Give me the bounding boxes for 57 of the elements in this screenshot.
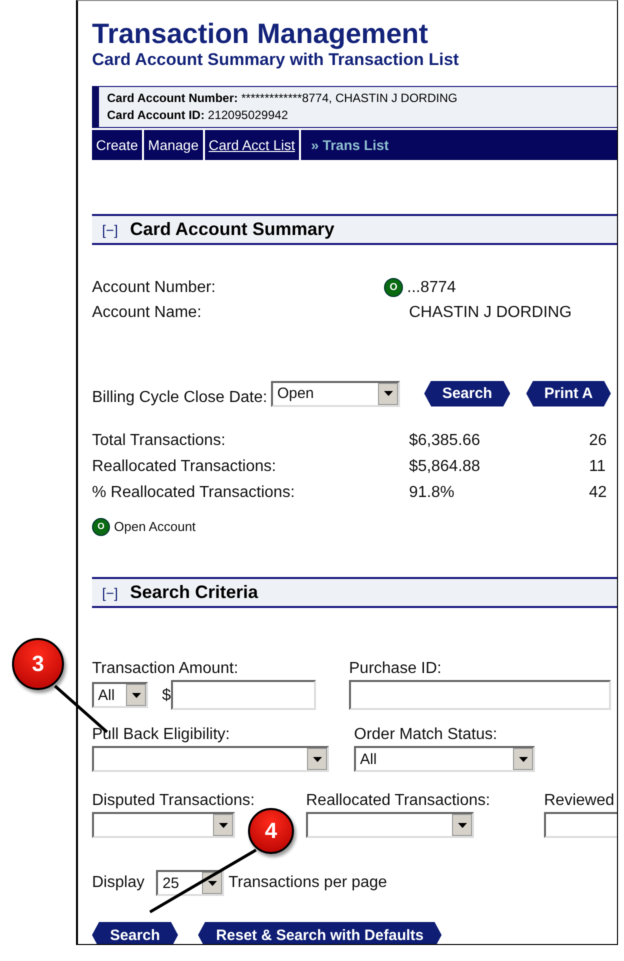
total-label: Reallocated Transactions: [92, 457, 278, 477]
field-label: Reviewed [544, 791, 616, 811]
field-label: Transaction Amount: [92, 659, 240, 679]
purchase-id-input[interactable] [349, 680, 611, 710]
billing-date-select[interactable]: Open [271, 380, 400, 406]
currency-symbol: $ [162, 686, 171, 706]
field-value: CHASTIN J DORDING [409, 303, 572, 323]
info-label: Card Account Number: [107, 91, 238, 105]
page-subtitle: Card Account Summary with Transaction List [92, 50, 460, 70]
field-label: Order Match Status: [354, 725, 498, 745]
nav-link[interactable]: Card Acct List [204, 130, 301, 160]
collapse-toggle[interactable]: [−] [102, 222, 118, 238]
total-label: Total Transactions: [92, 431, 226, 451]
field-label: Transactions per page [228, 873, 388, 893]
section-title: Card Account Summary [130, 219, 334, 240]
info-value: *************8774, CHASTIN J DORDING [241, 91, 458, 105]
print-button[interactable]: Print A [526, 380, 611, 406]
field-label: Account Name: [92, 303, 202, 323]
reallocated-select[interactable] [306, 812, 474, 838]
field-label: Account Number: [92, 278, 217, 298]
page-size-select[interactable]: 25 [156, 870, 224, 896]
field-label: Reallocated Transactions: [306, 791, 492, 811]
search-button[interactable]: Search [424, 380, 510, 406]
disputed-select[interactable] [92, 812, 235, 838]
section-title: Search Criteria [130, 582, 258, 603]
info-value: 212095029942 [208, 108, 288, 122]
callout-badge: 3 [12, 638, 64, 690]
total-amount: $5,864.88 [409, 457, 482, 477]
total-amount: $6,385.66 [409, 431, 482, 451]
nav-item[interactable]: Create [92, 130, 144, 160]
total-count: 42 [589, 483, 607, 503]
total-label: % Reallocated Transactions: [92, 483, 296, 503]
info-label: Card Account ID: [107, 108, 205, 122]
legend-text: Open Account [114, 518, 196, 536]
pullback-select[interactable] [92, 746, 329, 772]
amount-operator-select[interactable]: All [92, 682, 148, 708]
field-label: Purchase ID: [349, 659, 442, 679]
field-label: Pull Back Eligibility: [92, 725, 231, 745]
callout-badge: 4 [248, 808, 294, 854]
nav-item[interactable]: » Trans List [301, 130, 399, 160]
field-label: Billing Cycle Close Date: [92, 388, 268, 408]
order-match-select[interactable]: All [354, 746, 535, 772]
status-icon: O [384, 278, 403, 297]
reviewed-select[interactable] [544, 812, 617, 838]
nav-item[interactable]: Manage [144, 130, 205, 160]
total-count: 26 [589, 431, 607, 451]
collapse-toggle[interactable]: [−] [102, 584, 118, 600]
reset-search-button[interactable]: Reset & Search with Defaults [198, 922, 442, 944]
field-label: Display [92, 873, 144, 893]
status-icon: O [92, 518, 110, 536]
search-button[interactable]: Search [92, 922, 178, 944]
field-label: Disputed Transactions: [92, 791, 256, 811]
total-amount: 91.8% [409, 483, 456, 503]
total-count: 11 [589, 457, 606, 477]
amount-input[interactable] [170, 680, 316, 710]
field-value: ...8774 [407, 278, 456, 298]
page-title: Transaction Management [92, 18, 430, 50]
